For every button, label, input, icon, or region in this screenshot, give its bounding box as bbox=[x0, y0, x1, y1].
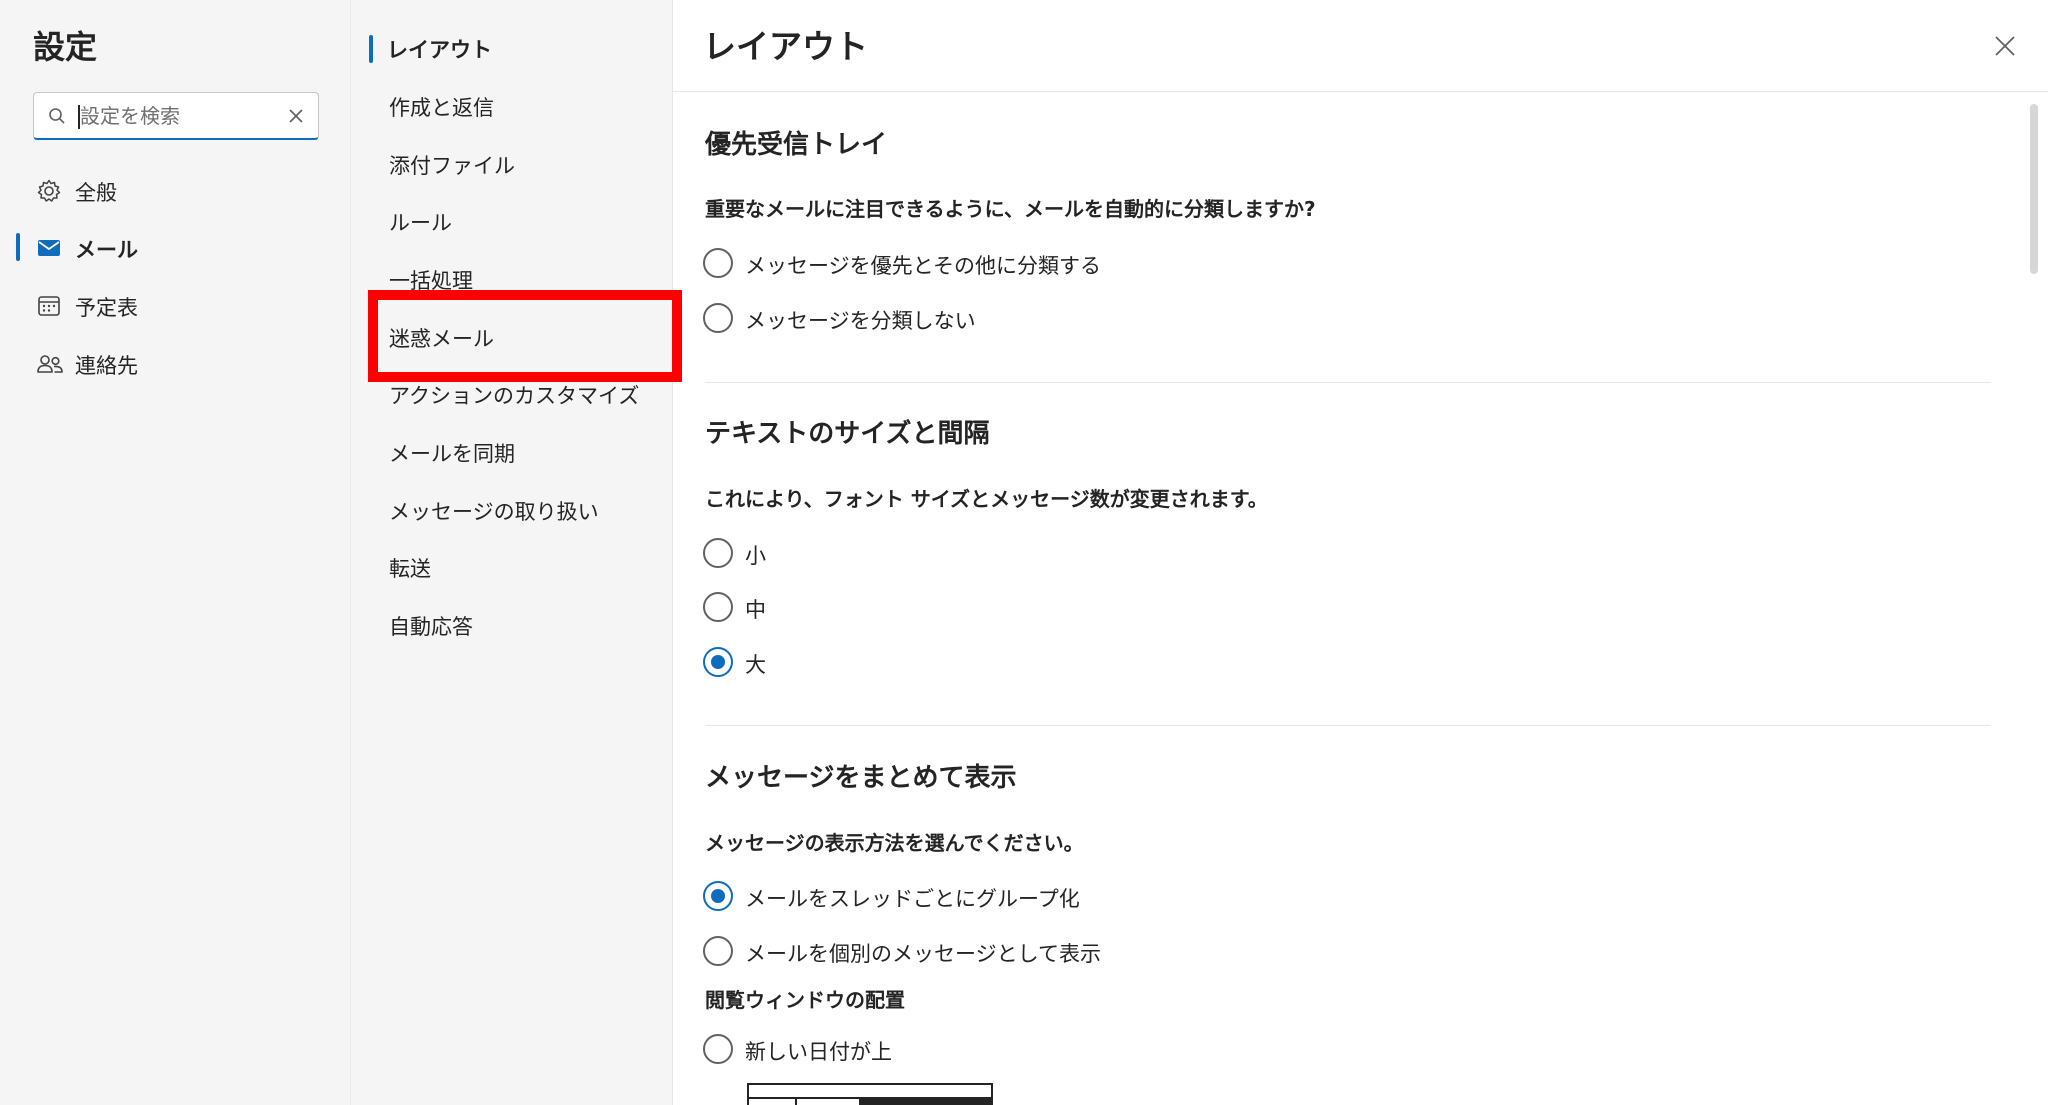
preview-pane bbox=[797, 1099, 861, 1105]
settings-dialog: 設定 全般 メール bbox=[0, 0, 2048, 1105]
preview-pane bbox=[749, 1099, 797, 1105]
radio-button[interactable] bbox=[703, 936, 733, 966]
preview-pane bbox=[861, 1099, 991, 1105]
settings-nav-column: 設定 全般 メール bbox=[0, 0, 350, 1105]
settings-search-box[interactable] bbox=[33, 92, 319, 140]
nav-item-contacts[interactable]: 連絡先 bbox=[0, 341, 350, 385]
calendar-icon bbox=[38, 296, 60, 316]
radio-text-size-small[interactable]: 小 bbox=[703, 533, 1403, 573]
submenu-item-forwarding[interactable]: 転送 bbox=[351, 545, 673, 589]
radio-group-by-thread[interactable]: メールをスレッドごとにグループ化 bbox=[703, 876, 1403, 916]
submenu-item-compose-reply[interactable]: 作成と返信 bbox=[351, 84, 673, 128]
nav-label: 全般 bbox=[75, 181, 117, 205]
radio-focused-no-sort[interactable]: メッセージを分類しない bbox=[703, 298, 1403, 338]
nav-item-calendar[interactable]: 予定表 bbox=[0, 283, 350, 327]
panel-title: レイアウト bbox=[703, 27, 868, 66]
section-title-text-size: テキストのサイズと間隔 bbox=[705, 419, 990, 449]
radio-button[interactable] bbox=[703, 303, 733, 333]
settings-title: 設定 bbox=[33, 28, 98, 66]
gear-icon bbox=[37, 179, 61, 202]
radio-button[interactable] bbox=[703, 1034, 733, 1064]
radio-text-size-medium[interactable]: 中 bbox=[703, 587, 1403, 627]
section-description: 重要なメールに注目できるように、メールを自動的に分類しますか? bbox=[705, 197, 1316, 221]
submenu-item-rules[interactable]: ルール bbox=[351, 199, 673, 243]
section-title-conversation-view: メッセージをまとめて表示 bbox=[705, 763, 1017, 793]
radio-text-size-large[interactable]: 大 bbox=[703, 642, 1403, 682]
radio-button-selected[interactable] bbox=[703, 881, 733, 911]
radio-button[interactable] bbox=[703, 538, 733, 568]
search-icon bbox=[49, 108, 65, 124]
submenu-item-automatic-replies[interactable]: 自動応答 bbox=[351, 603, 673, 647]
highlight-annotation-box bbox=[368, 290, 682, 382]
nav-item-general[interactable]: 全般 bbox=[0, 168, 350, 212]
reading-pane-heading: 閲覧ウィンドウの配置 bbox=[705, 988, 905, 1012]
submenu-item-attachments[interactable]: 添付ファイル bbox=[351, 142, 673, 186]
layout-settings-panel: レイアウト 優先受信トレイ 重要なメールに注目できるように、メールを自動的に分類… bbox=[672, 0, 2048, 1105]
panel-header: レイアウト bbox=[673, 0, 2048, 92]
section-divider bbox=[705, 725, 1991, 726]
mail-icon bbox=[38, 240, 60, 256]
radio-focused-sort[interactable]: メッセージを優先とその他に分類する bbox=[703, 243, 1403, 283]
layout-preview-image bbox=[747, 1083, 993, 1105]
radio-button-selected[interactable] bbox=[703, 647, 733, 677]
nav-label: メール bbox=[75, 238, 138, 262]
submenu-item-sync-email[interactable]: メールを同期 bbox=[351, 430, 673, 474]
settings-search-input[interactable] bbox=[80, 99, 280, 133]
clear-search-icon[interactable] bbox=[288, 108, 304, 124]
radio-button[interactable] bbox=[703, 248, 733, 278]
mail-settings-submenu: レイアウト 作成と返信 添付ファイル ルール 一括処理 迷惑メール アクションの… bbox=[350, 0, 672, 1105]
nav-item-mail[interactable]: メール bbox=[0, 225, 350, 269]
scrollbar[interactable] bbox=[2030, 104, 2038, 274]
radio-newest-on-top[interactable]: 新しい日付が上 bbox=[703, 1029, 1403, 1069]
radio-individual-messages[interactable]: メールを個別のメッセージとして表示 bbox=[703, 931, 1403, 971]
section-title-focused-inbox: 優先受信トレイ bbox=[705, 130, 888, 160]
section-description: メッセージの表示方法を選んでください。 bbox=[705, 831, 1084, 855]
section-divider bbox=[705, 382, 1991, 383]
nav-label: 予定表 bbox=[75, 296, 138, 320]
nav-label: 連絡先 bbox=[75, 354, 138, 378]
submenu-item-layout[interactable]: レイアウト bbox=[351, 26, 673, 70]
radio-button[interactable] bbox=[703, 592, 733, 622]
section-description: これにより、フォント サイズとメッセージ数が変更されます。 bbox=[705, 487, 1268, 511]
close-icon bbox=[1995, 36, 2015, 56]
close-button[interactable] bbox=[1985, 26, 2025, 66]
people-icon bbox=[37, 355, 63, 373]
submenu-item-message-handling[interactable]: メッセージの取り扱い bbox=[351, 488, 673, 532]
